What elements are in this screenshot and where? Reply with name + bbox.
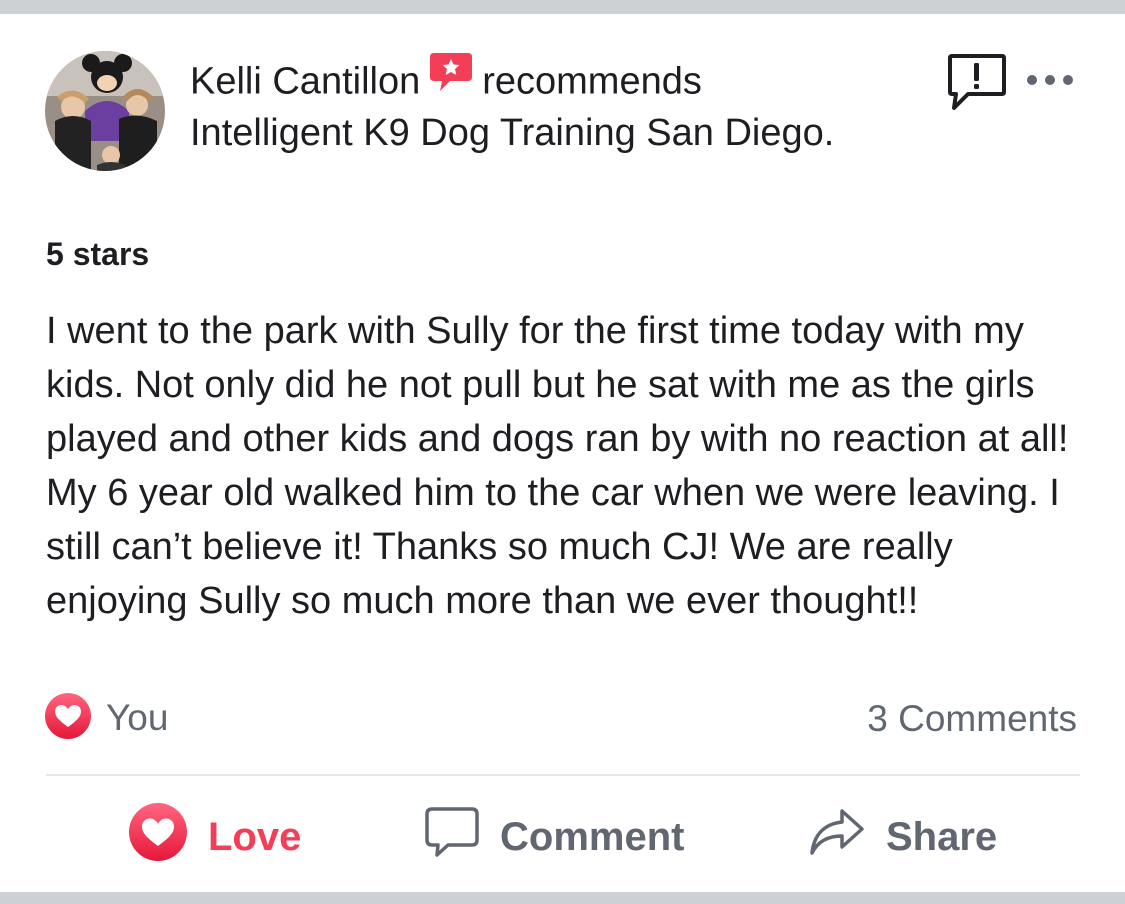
rating-label: 5 stars bbox=[46, 236, 150, 272]
heart-icon bbox=[128, 802, 188, 872]
reaction-you-label: You bbox=[106, 697, 169, 738]
post-header-line: Kelli Cantillon recommends bbox=[190, 53, 702, 110]
share-arrow-icon bbox=[808, 805, 866, 869]
share-label: Share bbox=[886, 814, 998, 859]
report-icon[interactable] bbox=[946, 52, 1008, 119]
review-body-text: I went to the park with Sully for the fi… bbox=[46, 310, 1069, 622]
recommend-badge-icon bbox=[428, 51, 474, 104]
review-post-card: Kelli Cantillon recommends Intelligent K… bbox=[0, 14, 1125, 892]
love-button[interactable]: Love bbox=[128, 803, 302, 867]
recommended-page-name[interactable]: Intelligent K9 Dog Training San Diego. bbox=[190, 110, 834, 156]
more-options-icon[interactable] bbox=[1024, 70, 1076, 95]
reaction-summary[interactable]: You bbox=[44, 692, 169, 745]
author-avatar[interactable] bbox=[45, 51, 165, 171]
action-divider bbox=[46, 774, 1080, 776]
comments-count-link[interactable]: 3 Comments bbox=[867, 696, 1077, 742]
heart-reaction-icon bbox=[44, 692, 92, 745]
love-label: Love bbox=[208, 814, 302, 859]
recommend-verb: recommends bbox=[482, 60, 702, 103]
share-button[interactable]: Share bbox=[808, 807, 997, 867]
comment-button[interactable]: Comment bbox=[424, 807, 684, 867]
comment-label: Comment bbox=[500, 814, 685, 859]
speech-bubble-icon bbox=[424, 804, 480, 870]
author-name[interactable]: Kelli Cantillon bbox=[190, 61, 420, 103]
